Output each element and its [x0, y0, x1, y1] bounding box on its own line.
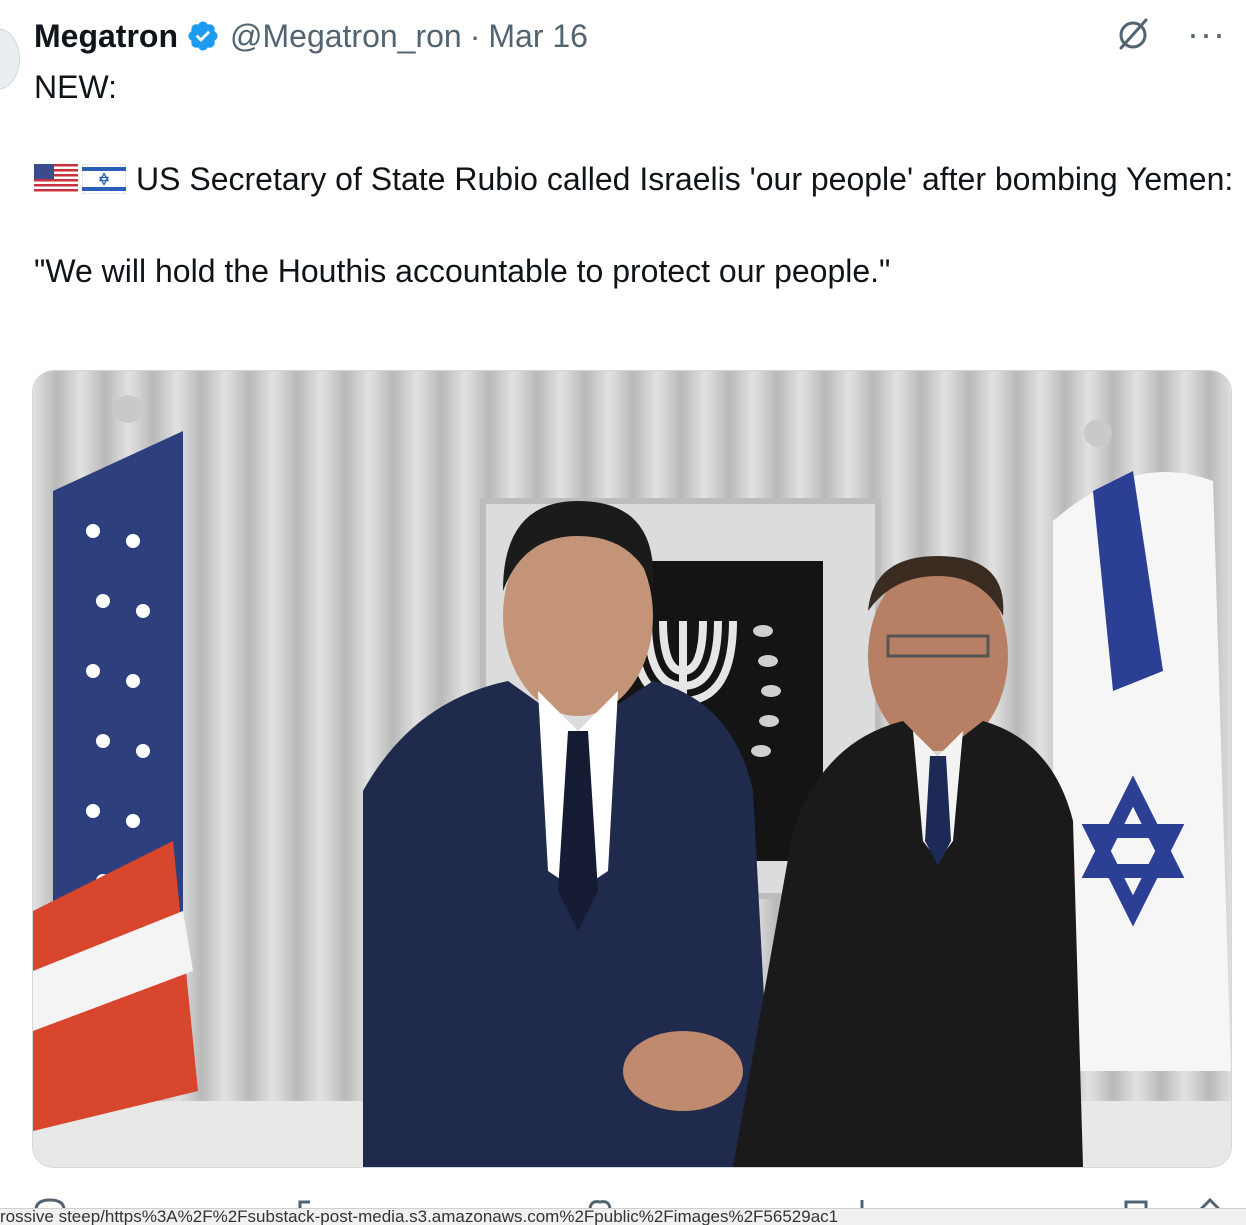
- more-options-icon[interactable]: ···: [1187, 16, 1226, 52]
- grok-icon[interactable]: [1113, 14, 1153, 54]
- tweet-text-line: US Secretary of State Rubio called Israe…: [34, 156, 1234, 202]
- flags: [34, 164, 126, 194]
- status-bar-url: rossive steep/https%3A%2F%2Fsubstack-pos…: [0, 1208, 1246, 1225]
- author-handle[interactable]: @Megatron_ron: [230, 18, 462, 55]
- tweet-header: Megatron @Megatron_ron · Mar 16: [34, 14, 588, 58]
- tweet-date[interactable]: Mar 16: [488, 18, 588, 55]
- israel-flag-icon: [82, 164, 126, 194]
- verified-badge-icon: [186, 19, 220, 53]
- tweet-quote-line: "We will hold the Houthis accountable to…: [34, 253, 891, 289]
- tweet-image[interactable]: [32, 370, 1232, 1168]
- avatar[interactable]: [0, 28, 20, 90]
- tweet-text-content: US Secretary of State Rubio called Israe…: [136, 161, 1234, 197]
- us-flag-icon: [34, 164, 78, 194]
- author-name[interactable]: Megatron: [34, 18, 178, 55]
- tweet-text: NEW: US Secretary of State Rubio called: [34, 64, 1234, 294]
- separator-dot: ·: [469, 17, 481, 54]
- tweet-text-line: NEW:: [34, 69, 117, 105]
- tweet-top-actions: ···: [1113, 14, 1226, 54]
